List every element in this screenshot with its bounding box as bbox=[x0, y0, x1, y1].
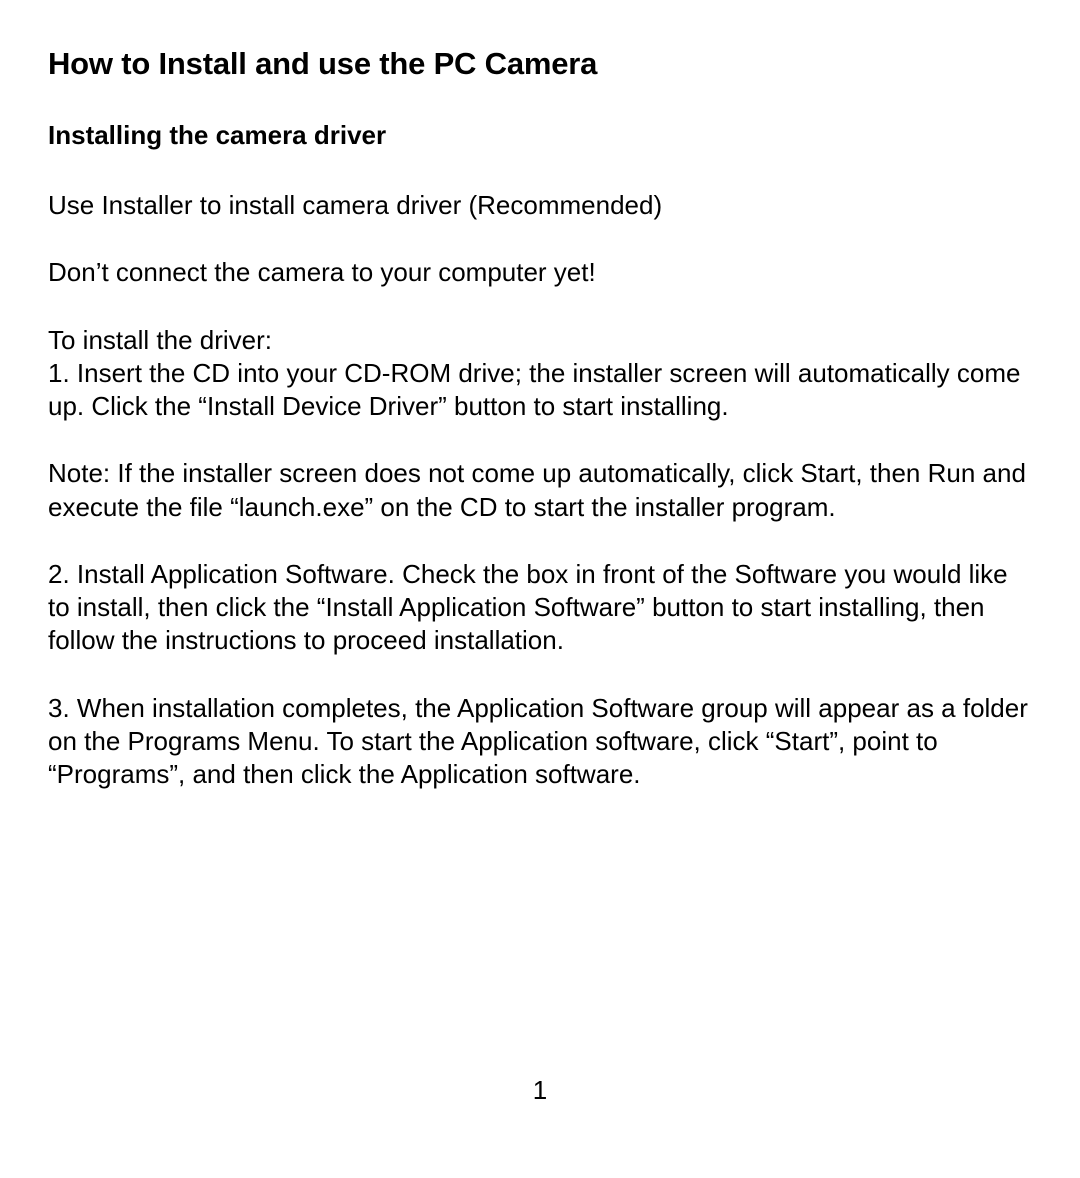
document-page: How to Install and use the PC Camera Ins… bbox=[0, 0, 1080, 1178]
install-block: To install the driver: 1. Insert the CD … bbox=[48, 324, 1032, 424]
step-3: 3. When installation completes, the Appl… bbox=[48, 692, 1032, 792]
page-title: How to Install and use the PC Camera bbox=[48, 46, 1032, 82]
paragraph-intro-1: Use Installer to install camera driver (… bbox=[48, 189, 1032, 222]
note-paragraph: Note: If the installer screen does not c… bbox=[48, 457, 1032, 524]
install-lead: To install the driver: bbox=[48, 324, 1032, 357]
section-heading: Installing the camera driver bbox=[48, 120, 1032, 151]
step-2: 2. Install Application Software. Check t… bbox=[48, 558, 1032, 658]
page-number: 1 bbox=[0, 1075, 1080, 1106]
paragraph-intro-2: Don’t connect the camera to your compute… bbox=[48, 256, 1032, 289]
step-1: 1. Insert the CD into your CD-ROM drive;… bbox=[48, 358, 1020, 421]
